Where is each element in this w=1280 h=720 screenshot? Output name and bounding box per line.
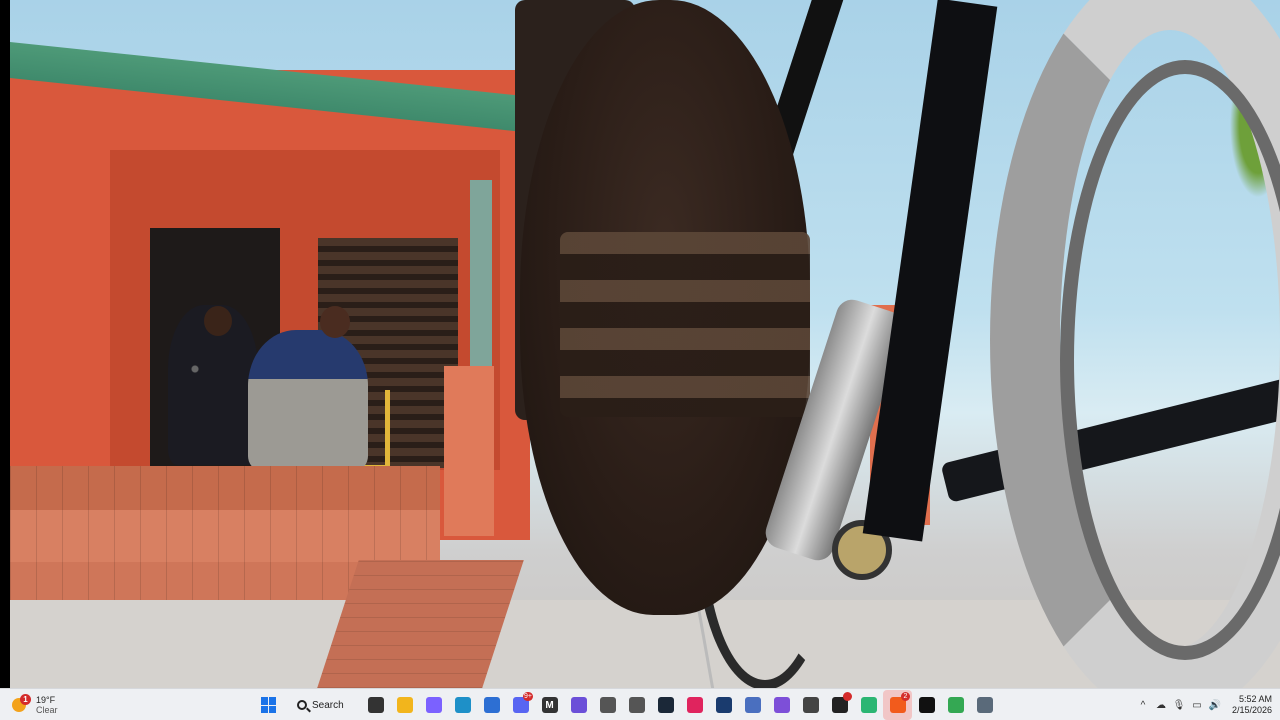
notification-badge: 9+: [523, 692, 533, 701]
settings-button[interactable]: [970, 690, 999, 720]
taskbar-apps: Search 9+ M 2: [254, 690, 999, 720]
gear-icon: [976, 697, 993, 713]
purple-app-button-2[interactable]: [767, 690, 796, 720]
cinema-icon: [918, 697, 935, 713]
network-icon[interactable]: ▭: [1190, 698, 1204, 712]
clock-time: 5:52 AM: [1238, 694, 1272, 704]
chrome-button[interactable]: [941, 690, 970, 720]
copilot-button[interactable]: [419, 690, 448, 720]
edge-button[interactable]: [448, 690, 477, 720]
purple-app-button[interactable]: [564, 690, 593, 720]
diamond-icon: [628, 697, 645, 713]
weather-widget[interactable]: 1 19°F Clear: [12, 692, 82, 718]
notification-badge: 2: [901, 692, 910, 701]
mt-app-button[interactable]: [709, 690, 738, 720]
m-logo-icon: M: [541, 697, 558, 713]
seated-person-right: [248, 330, 368, 470]
notification-badge: [843, 692, 852, 701]
steam-icon: [657, 697, 674, 713]
microphone-icon[interactable]: 🎙: [1172, 698, 1186, 712]
cloud-icon[interactable]: ☁: [1154, 698, 1168, 712]
task-view-icon: [367, 697, 384, 713]
store-button[interactable]: [477, 690, 506, 720]
obs-button[interactable]: [825, 690, 854, 720]
file-explorer-button[interactable]: [390, 690, 419, 720]
tiktok-button[interactable]: [680, 690, 709, 720]
copilot-icon: [425, 697, 442, 713]
brave-button[interactable]: 2: [883, 690, 912, 720]
chrome-icon: [947, 697, 964, 713]
green-app-icon: [860, 697, 877, 713]
weather-temperature: 19°F: [36, 695, 56, 705]
letterbox-bar: [0, 0, 10, 688]
search-label: Search: [312, 699, 344, 711]
video-frame: [0, 0, 1280, 688]
windows-start-icon: [260, 697, 277, 713]
search-box[interactable]: Search: [287, 692, 357, 718]
weather-sun-icon: 1: [12, 694, 31, 714]
seated-person-right-head: [320, 306, 350, 338]
owl-icon: [802, 697, 819, 713]
clock-date: 2/15/2026: [1231, 705, 1272, 715]
m-app-button[interactable]: M: [535, 690, 564, 720]
purple-app-icon: [570, 697, 587, 713]
discord-button[interactable]: 9+: [506, 690, 535, 720]
brick-step-top: [10, 466, 440, 510]
seated-person-left-head: [204, 306, 232, 336]
tiktok-icon: [686, 697, 703, 713]
volume-icon[interactable]: 🔊: [1208, 698, 1222, 712]
diamond-icon: [744, 697, 761, 713]
porch-post: [470, 180, 492, 370]
green-app-button[interactable]: [854, 690, 883, 720]
system-tray: ^ ☁ 🎙 ▭ 🔊 5:52 AM 2/15/2026: [1136, 690, 1272, 720]
purple-app-icon: [773, 697, 790, 713]
diamond-app-button-3[interactable]: [738, 690, 767, 720]
search-icon: [297, 700, 307, 710]
brick-step-middle: [10, 510, 440, 566]
diamond-app-button-2[interactable]: [622, 690, 651, 720]
folder-icon: [396, 697, 413, 713]
owl-app-button[interactable]: [796, 690, 825, 720]
clock[interactable]: 5:52 AM 2/15/2026: [1232, 694, 1272, 716]
weather-badge: 1: [20, 694, 31, 705]
weather-condition: Clear: [36, 705, 58, 715]
start-button[interactable]: [254, 690, 283, 720]
cinema-app-button[interactable]: [912, 690, 941, 720]
mt-logo-icon: [715, 697, 732, 713]
diamond-icon: [599, 697, 616, 713]
edge-icon: [454, 697, 471, 713]
store-icon: [483, 697, 500, 713]
porch-pillar: [444, 366, 494, 536]
diamond-app-button-1[interactable]: [593, 690, 622, 720]
bike-pedal: [560, 232, 810, 417]
steam-button[interactable]: [651, 690, 680, 720]
taskbar: 1 19°F Clear Search 9+ M 2 ^ ☁ 🎙 ▭ 🔊 5:52…: [0, 688, 1280, 720]
task-view-button[interactable]: [361, 690, 390, 720]
chevron-up-icon[interactable]: ^: [1136, 698, 1150, 712]
